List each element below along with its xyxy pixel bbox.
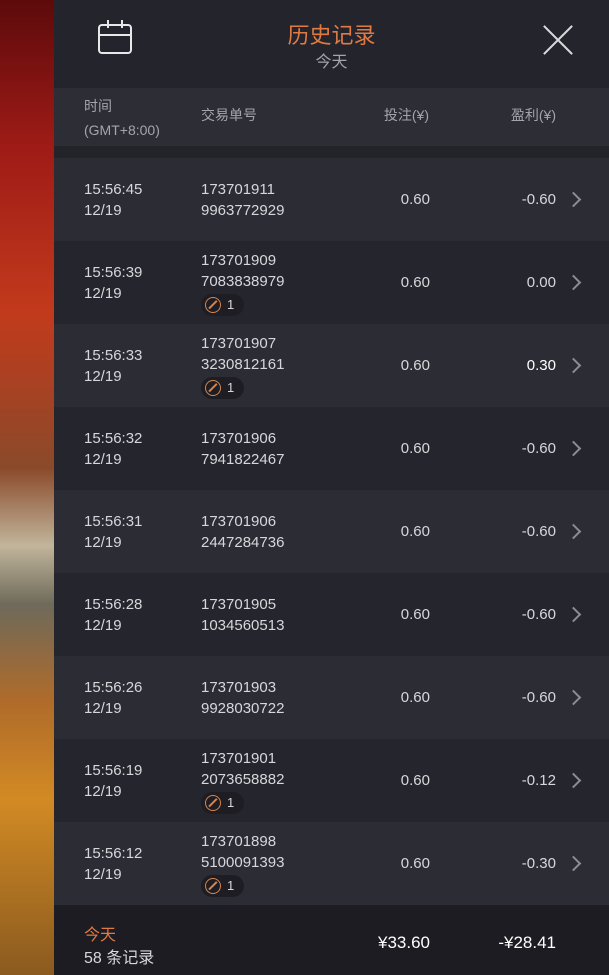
- table-row[interactable]: 15:56:39 12/19 173701909 7083838979 1 0.…: [54, 241, 609, 324]
- row-time: 15:56:33 12/19: [84, 346, 143, 385]
- chevron-right-icon[interactable]: [565, 606, 582, 623]
- chevron-right-icon[interactable]: [565, 772, 582, 789]
- row-time: 15:56:39 12/19: [84, 263, 143, 302]
- history-list: 15:56:45 12/19 173701911 9963772929 0.60…: [54, 158, 609, 905]
- page-subtitle: 今天: [315, 54, 348, 71]
- chevron-right-icon[interactable]: [565, 191, 582, 208]
- row-order-id: 173701906 7941822467: [201, 429, 285, 468]
- table-row[interactable]: 15:56:12 12/19 173701898 5100091393 1 0.…: [54, 822, 609, 905]
- row-time: 15:56:19 12/19: [84, 761, 143, 800]
- table-row[interactable]: 15:56:28 12/19 173701905 1034560513 0.60…: [54, 573, 609, 656]
- page-title: 历史记录: [287, 23, 376, 48]
- spin-icon: [205, 794, 221, 811]
- row-profit: -0.60: [521, 191, 556, 208]
- row-order-id: 173701911 9963772929: [201, 180, 285, 219]
- row-bet: 0.60: [400, 440, 430, 457]
- total-profit: -¥28.41: [498, 933, 556, 952]
- row-profit: -0.60: [521, 523, 556, 540]
- close-icon[interactable]: [543, 25, 573, 55]
- row-bet: 0.60: [400, 274, 430, 291]
- column-order: 交易单号: [201, 107, 257, 123]
- table-row[interactable]: 15:56:31 12/19 173701906 2447284736 0.60…: [54, 490, 609, 573]
- spin-icon: [205, 877, 221, 894]
- background-image: [0, 0, 54, 975]
- free-spin-badge: 1: [201, 293, 245, 316]
- column-time: 时间 (GMT+8:00): [84, 98, 160, 138]
- chevron-right-icon[interactable]: [565, 689, 582, 706]
- top-bar: 历史记录 今天: [54, 0, 609, 88]
- row-order-id: 173701906 2447284736: [201, 512, 285, 551]
- table-row[interactable]: 15:56:26 12/19 173701903 9928030722 0.60…: [54, 656, 609, 739]
- row-order-id: 173701903 9928030722: [201, 678, 285, 717]
- row-bet: 0.60: [400, 357, 430, 374]
- chevron-right-icon[interactable]: [565, 357, 582, 374]
- table-row[interactable]: 15:56:19 12/19 173701901 2073658882 1 0.…: [54, 739, 609, 822]
- row-profit: -0.60: [521, 440, 556, 457]
- table-header: 时间 (GMT+8:00) 交易单号 投注(¥) 盈利(¥): [54, 88, 609, 146]
- row-bet: 0.60: [400, 606, 430, 623]
- row-order-id: 173701907 3230812161 1: [201, 324, 284, 407]
- row-time: 15:56:28 12/19: [84, 595, 143, 634]
- divider: [54, 146, 609, 158]
- row-profit: 0.00: [526, 274, 556, 291]
- column-bet: 投注(¥): [383, 107, 429, 123]
- row-profit: -0.60: [521, 689, 556, 706]
- row-time: 15:56:26 12/19: [84, 678, 143, 717]
- row-bet: 0.60: [400, 689, 430, 706]
- row-time: 15:56:12 12/19: [84, 844, 143, 883]
- row-profit: -0.60: [521, 606, 556, 623]
- chevron-right-icon[interactable]: [565, 440, 582, 457]
- row-bet: 0.60: [400, 855, 430, 872]
- free-spin-badge: 1: [201, 874, 245, 897]
- chevron-right-icon[interactable]: [565, 523, 582, 540]
- record-count: 58 条记录: [84, 950, 155, 967]
- summary-footer: 今天 58 条记录 ¥33.60 -¥28.41: [54, 905, 609, 975]
- table-row[interactable]: 15:56:32 12/19 173701906 7941822467 0.60…: [54, 407, 609, 490]
- row-bet: 0.60: [400, 191, 430, 208]
- row-time: 15:56:45 12/19: [84, 180, 143, 219]
- row-bet: 0.60: [400, 523, 430, 540]
- row-profit: 0.30: [526, 357, 556, 374]
- table-row[interactable]: 15:56:33 12/19 173701907 3230812161 1 0.…: [54, 324, 609, 407]
- row-bet: 0.60: [400, 772, 430, 789]
- row-order-id: 173701905 1034560513: [201, 595, 285, 634]
- free-spin-badge: 1: [201, 376, 245, 399]
- free-spin-badge: 1: [201, 791, 245, 814]
- spin-icon: [205, 379, 221, 396]
- row-time: 15:56:32 12/19: [84, 429, 143, 468]
- row-order-id: 173701898 5100091393 1: [201, 822, 284, 905]
- row-order-id: 173701909 7083838979 1: [201, 241, 284, 324]
- row-profit: -0.12: [521, 772, 556, 789]
- total-bet: ¥33.60: [378, 933, 430, 952]
- row-profit: -0.30: [521, 855, 556, 872]
- history-panel: 历史记录 今天 时间 (GMT+8:00) 交易单号 投注(¥) 盈利(¥) 1…: [54, 0, 609, 975]
- column-profit: 盈利(¥): [510, 107, 556, 123]
- row-time: 15:56:31 12/19: [84, 512, 143, 551]
- table-row[interactable]: 15:56:45 12/19 173701911 9963772929 0.60…: [54, 158, 609, 241]
- chevron-right-icon[interactable]: [565, 274, 582, 291]
- spin-icon: [205, 296, 221, 313]
- summary-label: 今天: [84, 927, 117, 944]
- row-order-id: 173701901 2073658882 1: [201, 739, 284, 822]
- chevron-right-icon[interactable]: [565, 855, 582, 872]
